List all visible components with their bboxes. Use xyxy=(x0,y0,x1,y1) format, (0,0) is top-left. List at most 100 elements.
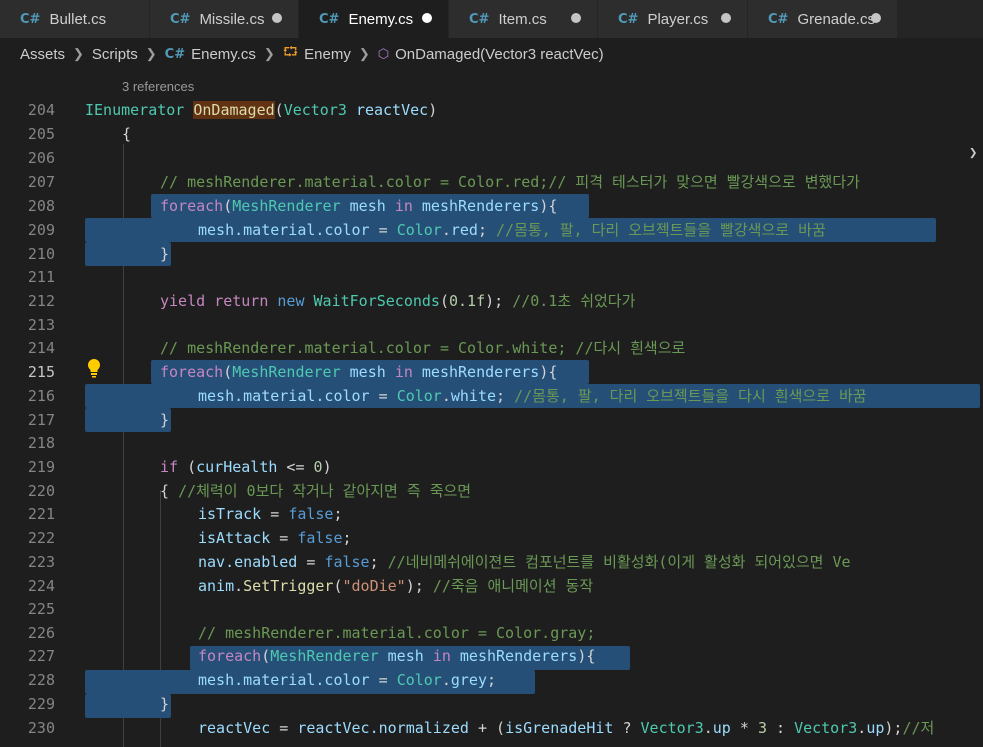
line-number: 204 xyxy=(27,101,55,119)
chevron-right-icon: ❯ xyxy=(145,46,157,61)
code-token: isAttack xyxy=(198,529,271,547)
code-token: SetTrigger xyxy=(243,577,334,595)
line-number: 214 xyxy=(27,339,55,357)
tab-label: Missile.cs xyxy=(199,10,265,28)
code-token: 0 xyxy=(313,458,323,476)
code-token: anim xyxy=(198,577,235,595)
line-number: 228 xyxy=(27,671,55,689)
code-token: //0.1초 쉬었다가 xyxy=(512,292,636,310)
code-token: reactVec.normalized xyxy=(297,719,469,737)
code-line: reactVec = reactVec.normalized + (isGren… xyxy=(198,719,935,737)
tab-item[interactable]: C# Item.cs xyxy=(449,0,598,38)
selection-highlight xyxy=(85,242,171,266)
line-number: 219 xyxy=(27,458,55,476)
code-token: 3 xyxy=(757,719,767,737)
code-token: //몸통, 팔, 다리 오브젝트들을 빨강색으로 바꿈 xyxy=(496,221,826,239)
line-number: 212 xyxy=(27,292,55,310)
code-token: MeshRenderer xyxy=(270,647,379,665)
code-token: false xyxy=(288,505,334,523)
unsaved-dot-icon[interactable] xyxy=(571,13,581,23)
tab-missile[interactable]: C# Missile.cs xyxy=(150,0,299,38)
chevron-right-icon[interactable]: ❯ xyxy=(969,145,983,175)
unsaved-dot-icon[interactable] xyxy=(721,13,731,23)
csharp-file-icon: C# xyxy=(469,11,490,27)
code-token: white xyxy=(450,387,497,405)
code-line: { //체력이 0보다 작거나 같아지면 즉 죽으면 xyxy=(160,482,472,500)
line-number: 225 xyxy=(27,600,55,618)
breadcrumb-scripts[interactable]: Scripts xyxy=(92,46,138,63)
unsaved-dot-icon[interactable] xyxy=(871,13,881,23)
line-number: 230 xyxy=(27,719,55,737)
line-number: 207 xyxy=(27,173,55,191)
code-line: } xyxy=(160,411,170,429)
line-number: 224 xyxy=(27,577,55,595)
tab-player[interactable]: C# Player.cs xyxy=(598,0,748,38)
code-line: isTrack = false; xyxy=(198,505,343,523)
class-icon: ⮔ xyxy=(282,45,299,60)
code-token: false xyxy=(297,529,343,547)
line-number: 220 xyxy=(27,482,55,500)
code-token: return xyxy=(214,292,269,310)
line-number: 223 xyxy=(27,553,55,571)
breadcrumb-assets[interactable]: Assets xyxy=(20,46,65,63)
csharp-file-icon: C# xyxy=(618,11,639,27)
code-token: yield xyxy=(160,292,206,310)
code-token: new xyxy=(277,292,305,310)
code-line: IEnumerator OnDamaged(Vector3 reactVec) xyxy=(85,101,438,119)
code-line: // meshRenderer.material.color = Color.r… xyxy=(160,170,860,194)
code-token: // meshRenderer.material.color = Color.w… xyxy=(160,339,686,357)
breadcrumb-file[interactable]: Enemy.cs xyxy=(191,46,256,63)
code-token: in xyxy=(394,363,413,381)
tab-label: Player.cs xyxy=(647,10,709,28)
code-line: foreach(MeshRenderer mesh in meshRendere… xyxy=(198,647,596,665)
code-token: in xyxy=(432,647,451,665)
code-token: meshRenderers xyxy=(421,197,540,215)
tab-bullet[interactable]: C# Bullet.cs xyxy=(0,0,150,38)
code-token: 0.1f xyxy=(449,292,486,310)
line-number: 217 xyxy=(27,411,55,429)
breadcrumb-method[interactable]: OnDamaged(Vector3 reactVec) xyxy=(395,46,603,63)
code-token: Color xyxy=(396,671,442,689)
line-number: 222 xyxy=(27,529,55,547)
code-token: IEnumerator xyxy=(85,101,185,119)
code-token: //체력이 0보다 작거나 같아지면 즉 죽으면 xyxy=(178,482,472,500)
code-token: Vector3 xyxy=(283,101,347,119)
code-token: MeshRenderer xyxy=(232,197,341,215)
code-token: meshRenderers xyxy=(459,647,578,665)
line-number: 221 xyxy=(27,505,55,523)
code-line: mesh.material.color = Color.red; //몸통, 팔… xyxy=(198,221,826,239)
line-number: 229 xyxy=(27,695,55,713)
code-token: //네비메쉬에이젼트 컴포넌트를 비활성화(이게 활성화 되어있으면 Ve xyxy=(387,553,851,571)
codelens-references[interactable]: 3 references xyxy=(122,79,194,94)
code-token: curHealth xyxy=(196,458,278,476)
code-line: mesh.material.color = Color.white; //몸통,… xyxy=(198,387,867,405)
unsaved-dot-icon[interactable] xyxy=(272,13,282,23)
code-token: red xyxy=(450,221,478,239)
line-number: 213 xyxy=(27,316,55,334)
code-token: WaitForSeconds xyxy=(313,292,440,310)
code-line: foreach(MeshRenderer mesh in meshRendere… xyxy=(160,363,558,381)
csharp-file-icon: C# xyxy=(164,46,186,62)
line-number: 209 xyxy=(27,221,55,239)
tab-enemy[interactable]: C# Enemy.cs xyxy=(299,0,449,38)
csharp-file-icon: C# xyxy=(319,11,340,27)
code-line: // meshRenderer.material.color = Color.w… xyxy=(160,336,685,360)
line-number: 211 xyxy=(27,268,55,286)
code-editor[interactable]: 3 references 204 205 206 207 208 209 210… xyxy=(0,70,983,747)
code-token: Color xyxy=(396,387,442,405)
line-number: 205 xyxy=(27,125,55,143)
tab-label: Item.cs xyxy=(498,10,547,28)
line-number-current: 215 xyxy=(27,363,55,381)
code-line: { xyxy=(122,125,132,143)
lightbulb-icon[interactable] xyxy=(86,358,102,378)
line-number: 227 xyxy=(27,647,55,665)
tab-grenade[interactable]: C# Grenade.cs xyxy=(748,0,898,38)
code-token: //몸통, 팔, 다리 오브젝트들을 다시 흰색으로 바꿈 xyxy=(514,387,867,405)
code-token: mesh xyxy=(349,363,386,381)
unsaved-dot-icon[interactable] xyxy=(422,13,432,23)
code-token: Vector3 xyxy=(794,719,858,737)
breadcrumb-class[interactable]: Enemy xyxy=(304,46,351,63)
code-token: OnDamaged xyxy=(193,101,275,119)
code-token: mesh.material.color xyxy=(198,387,370,405)
csharp-file-icon: C# xyxy=(20,11,41,27)
